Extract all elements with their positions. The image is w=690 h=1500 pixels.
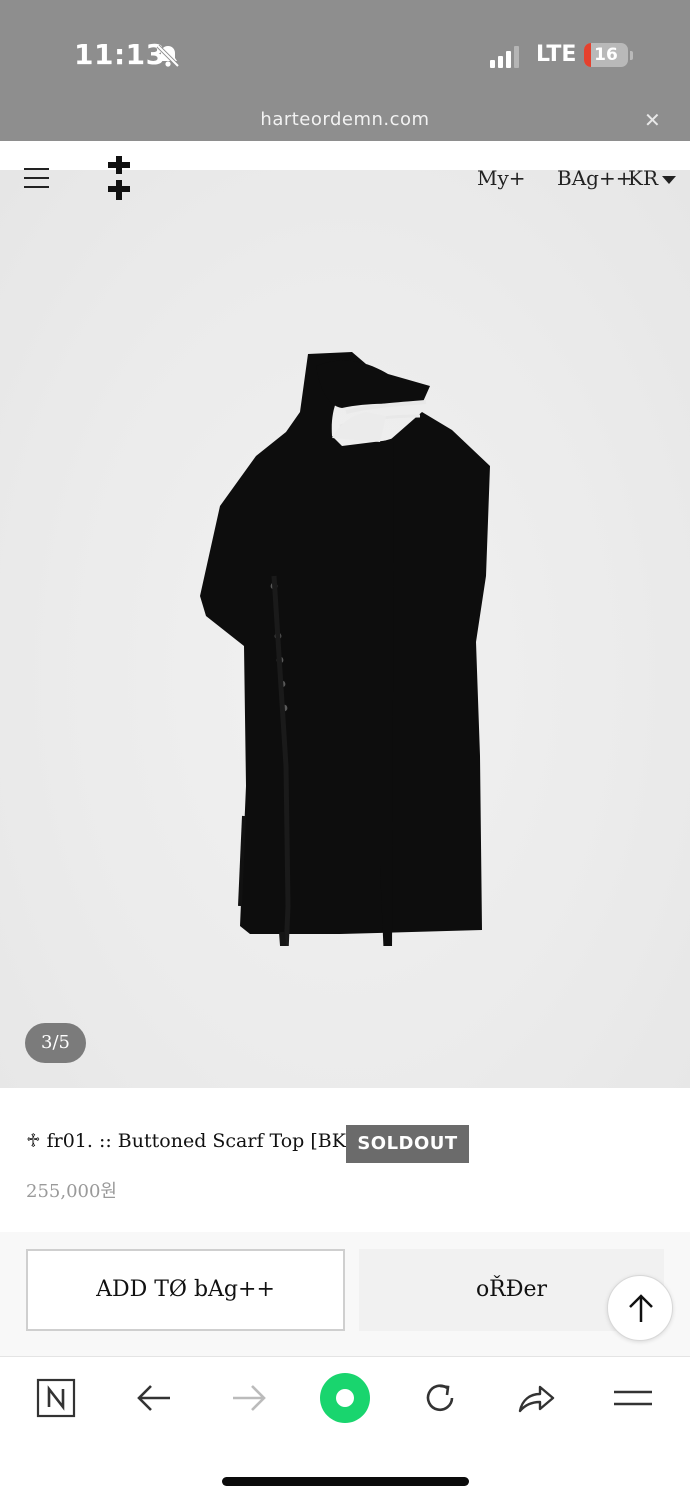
product-image[interactable]: 3/5 bbox=[0, 170, 690, 1088]
bag-link[interactable]: BAg++ bbox=[557, 166, 632, 190]
soldout-badge: SOLDOUT bbox=[346, 1125, 469, 1163]
product-price: 255,000원 bbox=[26, 1181, 117, 1202]
forward-arrow-icon[interactable] bbox=[229, 1378, 269, 1418]
home-indicator bbox=[222, 1477, 469, 1486]
chevron-down-icon[interactable] bbox=[662, 176, 676, 184]
gallery-counter: 3/5 bbox=[25, 1023, 86, 1063]
garment-image bbox=[200, 352, 490, 946]
share-icon[interactable] bbox=[516, 1378, 556, 1418]
status-time: 11:13 bbox=[74, 38, 166, 71]
reload-icon[interactable] bbox=[420, 1378, 460, 1418]
battery-tip bbox=[630, 51, 633, 60]
battery-level: 16 bbox=[594, 45, 618, 65]
language-selector[interactable]: KR bbox=[628, 166, 658, 190]
naver-n-icon[interactable] bbox=[36, 1378, 76, 1418]
network-type: LTE bbox=[536, 42, 577, 67]
add-to-bag-button[interactable]: ADD TØ bAg++ bbox=[26, 1249, 345, 1331]
status-bar: 11:13 LTE 16 bbox=[0, 0, 690, 100]
product-title: ♱ fr01. :: Buttoned Scarf Top [BK] bbox=[26, 1130, 354, 1152]
signal-icon bbox=[490, 46, 519, 68]
url-text[interactable]: harteordemn.com bbox=[0, 109, 690, 130]
bell-slash-icon bbox=[156, 44, 180, 68]
arrow-up-icon bbox=[629, 1294, 653, 1322]
battery-icon: 16 bbox=[584, 43, 628, 67]
browser-url-bar[interactable]: harteordemn.com ✕ bbox=[0, 100, 690, 141]
close-icon[interactable]: ✕ bbox=[644, 108, 661, 132]
menu-lines-icon[interactable] bbox=[613, 1378, 653, 1418]
hamburger-icon[interactable] bbox=[24, 168, 50, 190]
my-account-link[interactable]: My+ bbox=[477, 166, 526, 190]
double-cross-logo[interactable] bbox=[106, 156, 132, 202]
green-record-icon[interactable] bbox=[320, 1373, 370, 1423]
scroll-to-top-button[interactable] bbox=[607, 1275, 673, 1341]
back-arrow-icon[interactable] bbox=[134, 1378, 174, 1418]
